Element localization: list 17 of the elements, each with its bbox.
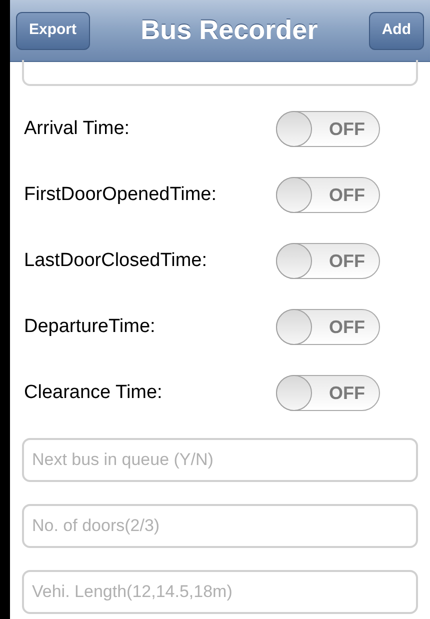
- toggle-label: Arrival Time:: [24, 116, 131, 141]
- nav-title: Bus Recorder: [140, 14, 318, 48]
- toggle-label: Clearance Time:: [24, 380, 164, 405]
- toggle-switch[interactable]: OFF: [276, 309, 380, 345]
- toggle-switch[interactable]: OFF: [276, 375, 380, 411]
- toggle-label: FirstDoorOpenedTime:: [24, 182, 218, 207]
- input-field[interactable]: [22, 60, 418, 86]
- add-button[interactable]: Add: [368, 12, 424, 50]
- toggle-switch[interactable]: OFF: [276, 111, 380, 147]
- input-field[interactable]: No. of doors(2/3): [22, 504, 418, 548]
- toggle-label: LastDoorClosedTime:: [24, 248, 208, 273]
- toggle-label: DepartureTime:: [24, 314, 156, 339]
- input-field[interactable]: Vehi. Length(12,14.5,18m): [22, 570, 418, 614]
- input-field[interactable]: Next bus in queue (Y/N): [22, 438, 418, 482]
- toggle-switch[interactable]: OFF: [276, 243, 380, 279]
- toggle-switch[interactable]: OFF: [276, 177, 380, 213]
- export-button[interactable]: Export: [16, 12, 90, 50]
